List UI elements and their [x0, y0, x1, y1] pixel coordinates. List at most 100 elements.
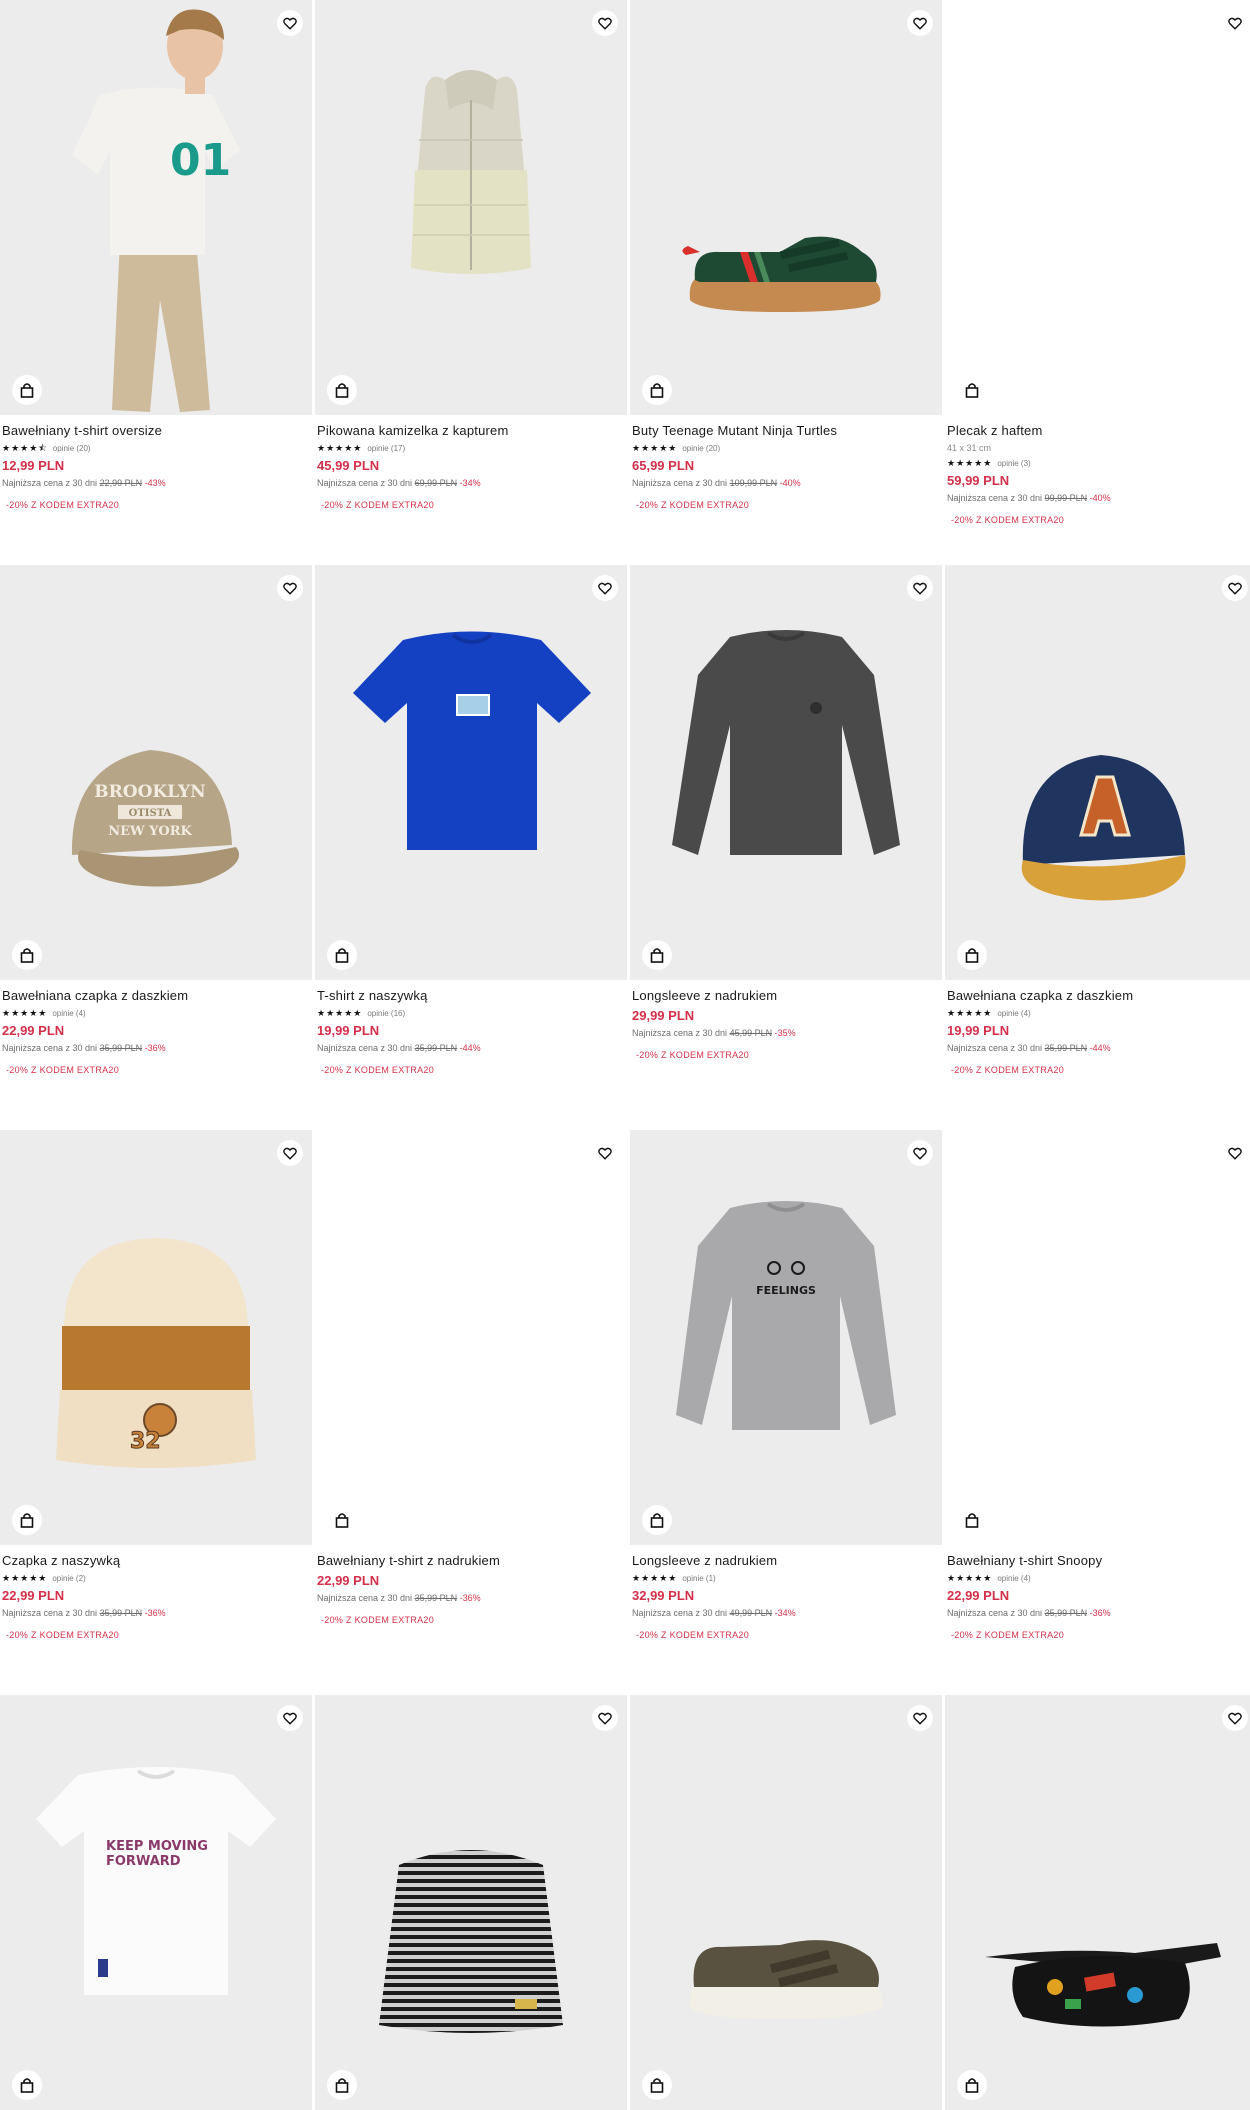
product-card[interactable]: 01 Bawełniany t-shirt oversize ★★★★⯪ opi… [0, 0, 312, 565]
add-to-cart-bag-icon[interactable] [327, 940, 357, 970]
product-card[interactable]: Buty Teenage Mutant Ninja Turtles ★★★★★ … [630, 0, 942, 565]
wishlist-heart-icon[interactable] [592, 575, 618, 601]
product-image[interactable]: BROOKLYN OTISTA NEW YORK [0, 565, 312, 980]
product-image[interactable] [630, 0, 942, 415]
product-card[interactable]: BROOKLYN OTISTA NEW YORK Bawełniana czap… [0, 565, 312, 1130]
wishlist-heart-icon[interactable] [592, 1140, 618, 1166]
promo-code-label: -20% Z KODEM EXTRA20 [951, 515, 1065, 525]
product-card[interactable]: Bawełniany t-shirt z nadrukiem 22,99 PLN… [315, 1130, 627, 1695]
add-to-cart-bag-icon[interactable] [957, 1505, 987, 1535]
review-count[interactable]: opinie (4) [52, 1009, 85, 1018]
add-to-cart-bag-icon[interactable] [327, 2070, 357, 2100]
wishlist-heart-icon[interactable] [277, 10, 303, 36]
wishlist-heart-icon[interactable] [907, 1140, 933, 1166]
product-price: 19,99 PLN [317, 1023, 380, 1038]
product-name[interactable]: Bawełniany t-shirt z nadrukiem [317, 1553, 625, 1569]
wishlist-heart-icon[interactable] [907, 1705, 933, 1731]
product-image[interactable] [315, 1695, 627, 2110]
product-name[interactable]: Bawełniany t-shirt oversize [2, 423, 310, 439]
review-count[interactable]: opinie (1) [682, 1574, 715, 1583]
add-to-cart-bag-icon[interactable] [642, 375, 672, 405]
wishlist-heart-icon[interactable] [1222, 575, 1248, 601]
add-to-cart-bag-icon[interactable] [957, 940, 987, 970]
product-image[interactable]: KEEP MOVING FORWARD [0, 1695, 312, 2110]
product-card[interactable]: Bawełniana czapka z daszkiem ★★★★★ opini… [945, 565, 1250, 1130]
discount-percent: -34% [774, 1608, 796, 1618]
product-name[interactable]: Bawełniana czapka z daszkiem [2, 988, 310, 1004]
review-count[interactable]: opinie (17) [367, 444, 405, 453]
product-name[interactable]: T-shirt z naszywką [317, 988, 625, 1004]
review-count[interactable]: opinie (20) [53, 444, 91, 453]
product-card[interactable]: FEELINGS Longsleeve z nadrukiem ★★★★★ op… [630, 1130, 942, 1695]
sneaker-photo [682, 236, 881, 312]
product-name[interactable]: Pikowana kamizelka z kapturem [317, 423, 625, 439]
product-name[interactable]: Longsleeve z nadrukiem [632, 1553, 940, 1569]
add-to-cart-bag-icon[interactable] [12, 375, 42, 405]
product-name[interactable]: Plecak z haftem [947, 423, 1250, 439]
add-to-cart-bag-icon[interactable] [12, 1505, 42, 1535]
add-to-cart-bag-icon[interactable] [957, 375, 987, 405]
product-name[interactable]: Czapka z naszywką [2, 1553, 310, 1569]
wishlist-heart-icon[interactable] [277, 575, 303, 601]
product-image[interactable]: 32 [0, 1130, 312, 1545]
product-card[interactable]: Plecak z haftem 41 x 31 cm ★★★★★ opinie … [945, 0, 1250, 565]
product-image[interactable] [630, 1695, 942, 2110]
review-count[interactable]: opinie (2) [52, 1574, 85, 1583]
review-count[interactable]: opinie (4) [997, 1574, 1030, 1583]
tshirt-print-line-1: KEEP MOVING [106, 1839, 208, 1854]
review-count[interactable]: opinie (16) [367, 1009, 405, 1018]
wishlist-heart-icon[interactable] [907, 10, 933, 36]
product-image[interactable]: 01 [0, 0, 312, 415]
add-to-cart-bag-icon[interactable] [12, 2070, 42, 2100]
wishlist-heart-icon[interactable] [1222, 1140, 1248, 1166]
product-price: 59,99 PLN [947, 473, 1010, 488]
product-name[interactable]: Bawełniana czapka z daszkiem [947, 988, 1250, 1004]
wishlist-heart-icon[interactable] [592, 1705, 618, 1731]
add-to-cart-bag-icon[interactable] [642, 2070, 672, 2100]
product-image[interactable] [315, 0, 627, 415]
wishlist-heart-icon[interactable] [277, 1705, 303, 1731]
rating-stars: ★★★★⯪ [2, 443, 48, 453]
product-card[interactable] [315, 1695, 627, 2110]
wishlist-heart-icon[interactable] [1222, 10, 1248, 36]
product-card[interactable]: Longsleeve z nadrukiem 29,99 PLN Najniżs… [630, 565, 942, 1130]
add-to-cart-bag-icon[interactable] [12, 940, 42, 970]
product-image[interactable]: FEELINGS [630, 1130, 942, 1545]
beige-cap-photo: BROOKLYN OTISTA NEW YORK [71, 750, 240, 887]
product-price: 12,99 PLN [2, 458, 65, 473]
review-count[interactable]: opinie (4) [997, 1009, 1030, 1018]
product-image[interactable] [630, 565, 942, 980]
add-to-cart-bag-icon[interactable] [957, 2070, 987, 2100]
product-image[interactable] [945, 1695, 1250, 2110]
product-name[interactable]: Longsleeve z nadrukiem [632, 988, 940, 1004]
product-price: 19,99 PLN [947, 1023, 1010, 1038]
promo-code-label: -20% Z KODEM EXTRA20 [951, 1630, 1065, 1640]
wishlist-heart-icon[interactable] [907, 575, 933, 601]
product-image[interactable] [315, 1130, 627, 1545]
review-count[interactable]: opinie (20) [682, 444, 720, 453]
old-price: 35,99 PLN [414, 1593, 458, 1603]
add-to-cart-bag-icon[interactable] [642, 940, 672, 970]
product-image[interactable] [315, 565, 627, 980]
review-count[interactable]: opinie (3) [997, 459, 1030, 468]
product-image[interactable] [945, 0, 1250, 415]
product-card[interactable] [945, 1695, 1250, 2110]
add-to-cart-bag-icon[interactable] [327, 1505, 357, 1535]
puffer-vest-photo [411, 70, 531, 274]
navy-cap-photo [1021, 755, 1186, 901]
product-image[interactable] [945, 565, 1250, 980]
product-card[interactable]: T-shirt z naszywką ★★★★★ opinie (16) 19,… [315, 565, 627, 1130]
product-card[interactable]: Bawełniany t-shirt Snoopy ★★★★★ opinie (… [945, 1130, 1250, 1695]
wishlist-heart-icon[interactable] [592, 10, 618, 36]
product-card[interactable]: 32 Czapka z naszywką ★★★★★ opinie (2) 22… [0, 1130, 312, 1695]
wishlist-heart-icon[interactable] [1222, 1705, 1248, 1731]
product-name[interactable]: Buty Teenage Mutant Ninja Turtles [632, 423, 940, 439]
product-name[interactable]: Bawełniany t-shirt Snoopy [947, 1553, 1250, 1569]
add-to-cart-bag-icon[interactable] [642, 1505, 672, 1535]
product-card[interactable]: Pikowana kamizelka z kapturem ★★★★★ opin… [315, 0, 627, 565]
product-image[interactable] [945, 1130, 1250, 1545]
add-to-cart-bag-icon[interactable] [327, 375, 357, 405]
product-card[interactable]: KEEP MOVING FORWARD [0, 1695, 312, 2110]
wishlist-heart-icon[interactable] [277, 1140, 303, 1166]
product-card[interactable] [630, 1695, 942, 2110]
